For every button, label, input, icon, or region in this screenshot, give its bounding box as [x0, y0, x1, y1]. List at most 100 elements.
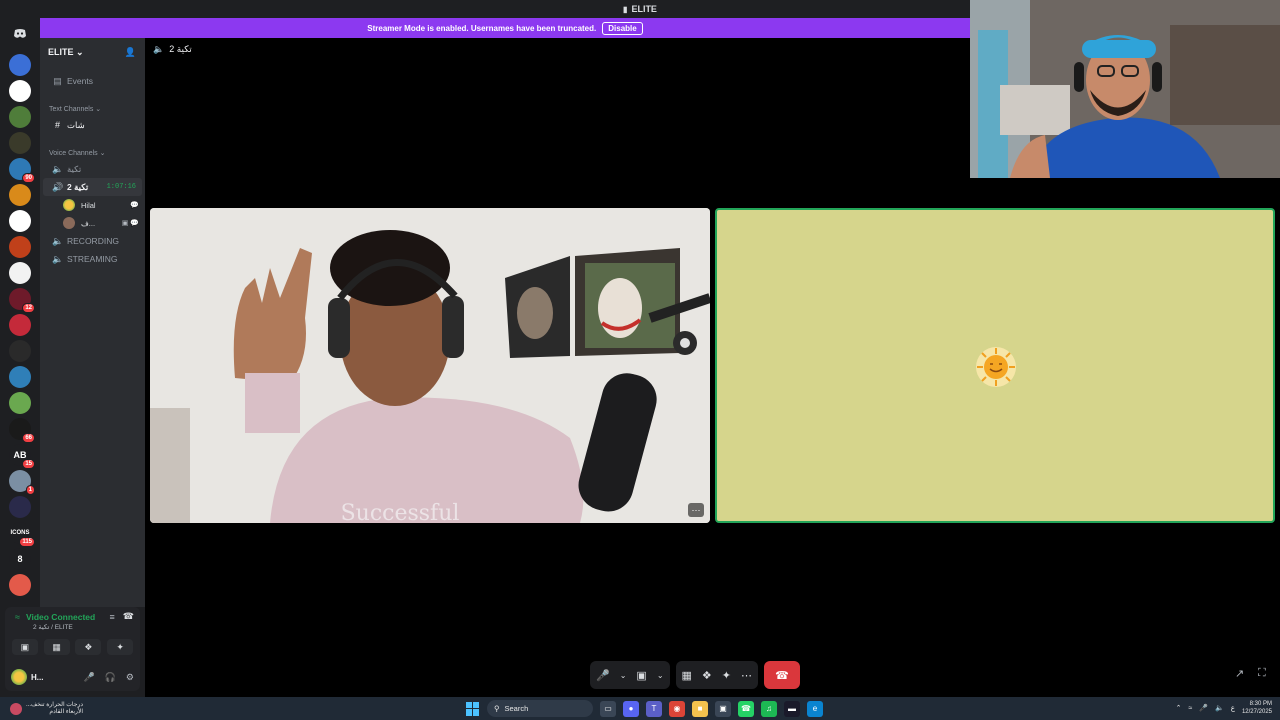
chrome-icon[interactable]: ◉ — [669, 700, 685, 717]
fullscreen-icon[interactable]: ⛶ — [1258, 667, 1266, 680]
calendar-icon: ▤ — [53, 75, 62, 86]
user-panel: H... 🎤 🎧 ⚙ — [5, 663, 140, 691]
server-icon[interactable] — [9, 132, 31, 154]
member-name: Hilal — [81, 200, 96, 210]
server-icon[interactable] — [9, 340, 31, 362]
video-tile-camera[interactable]: Successful ⋯ — [150, 208, 710, 523]
file-explorer-icon[interactable]: ■ — [692, 700, 708, 717]
search-icon: ⚲ — [494, 704, 500, 713]
server-icon[interactable]: 12 — [9, 288, 35, 313]
teams-icon[interactable]: T — [646, 700, 662, 717]
settings-gear-icon[interactable]: ⚙ — [126, 672, 134, 683]
server-icon[interactable]: AB 15 — [9, 444, 35, 469]
spotify-icon[interactable]: ♫ — [761, 700, 777, 717]
share-screen-button[interactable]: ▦ — [43, 639, 70, 655]
server-icon[interactable] — [9, 574, 31, 596]
server-icon[interactable] — [9, 106, 31, 128]
username[interactable]: H... — [31, 673, 47, 682]
noise-suppression-icon[interactable]: ≡ — [110, 612, 115, 622]
clock[interactable]: 8:30 PM 12/27/2025 — [1242, 700, 1272, 716]
server-icon[interactable]: 90 — [9, 158, 35, 183]
server-icon[interactable] — [9, 236, 31, 258]
server-icon[interactable] — [9, 184, 31, 206]
more-options-button[interactable]: ⋯ — [688, 503, 704, 517]
voice-channel-2[interactable]: 🔊 تكية 2 1:07:16 — [43, 178, 142, 196]
windows-start-icon[interactable] — [466, 701, 480, 716]
server-icon[interactable]: E — [9, 80, 31, 102]
server-icon[interactable]: 1 — [9, 470, 35, 495]
discord-app-icon[interactable]: ● — [623, 700, 639, 717]
end-call-button[interactable]: ☎ — [764, 661, 801, 689]
mention-badge: 15 — [22, 459, 35, 469]
soundboard-icon[interactable]: ✦ — [722, 669, 731, 682]
server-icon[interactable] — [9, 54, 31, 76]
server-icon[interactable] — [9, 496, 31, 518]
hash-icon: # — [54, 120, 60, 130]
events-link[interactable]: ▤ Events — [43, 72, 142, 90]
server-icon[interactable]: 66 — [9, 418, 35, 443]
microphone-icon[interactable]: 🎤 — [596, 669, 610, 682]
guild-header[interactable]: ELITE ⌄ 👤 — [40, 38, 145, 66]
text-category[interactable]: Text Channels ⌄ — [40, 102, 145, 116]
taskbar-search[interactable]: ⚲ Search — [487, 700, 593, 717]
headphones-icon[interactable]: 🎧 — [105, 672, 116, 683]
app-icon[interactable]: ▬ — [784, 700, 800, 717]
language-indicator[interactable]: ع — [1231, 704, 1235, 712]
chevron-down-icon[interactable]: ⌄ — [657, 671, 664, 680]
voice-channel-1[interactable]: 🔈 تكية — [43, 160, 142, 178]
voice-category[interactable]: Voice Channels ⌄ — [40, 146, 145, 160]
voice-member[interactable]: ف... ▣ 💬 — [40, 214, 145, 232]
disable-streamer-button[interactable]: Disable — [602, 21, 643, 35]
activities-icon[interactable]: ❖ — [702, 669, 712, 682]
add-member-icon[interactable]: 👤 — [125, 47, 136, 58]
chevron-down-icon[interactable]: ⌄ — [620, 671, 627, 680]
clock-date: 12/27/2025 — [1241, 709, 1272, 715]
voice-channel-4[interactable]: 🔈 STREAMING — [43, 250, 142, 268]
store-icon[interactable]: ▣ — [715, 700, 731, 717]
discord-home-icon[interactable] — [9, 22, 31, 44]
channel-label: تكية — [67, 163, 82, 174]
soundboard-button[interactable]: ✦ — [107, 639, 134, 655]
more-options-icon[interactable]: ⋯ — [741, 669, 752, 682]
channel-sidebar: ELITE ⌄ 👤 ▤ Events Text Channels ⌄ # شات… — [40, 38, 145, 607]
sun-avatar-icon — [976, 347, 1016, 387]
server-icon[interactable] — [9, 366, 31, 388]
voice-member[interactable]: Hilal 💬 — [40, 196, 145, 214]
video-tile-avatar[interactable] — [715, 208, 1275, 523]
share-screen-icon[interactable]: ▦ — [682, 669, 692, 682]
microphone-icon[interactable]: 🎤 — [83, 672, 94, 683]
whatsapp-icon[interactable]: ☎ — [738, 700, 754, 717]
server-label: ICONS — [10, 530, 30, 536]
speaker-active-icon: 🔊 — [52, 181, 64, 192]
server-icon[interactable]: 8 — [9, 548, 31, 570]
chevron-up-icon[interactable]: ⌃ — [1176, 704, 1182, 712]
channel-label: تكية 2 — [67, 181, 89, 192]
popout-icon[interactable]: ↗ — [1235, 667, 1244, 680]
voice-status[interactable]: Video Connected — [26, 612, 95, 622]
server-rail: E 90 12 66 AB 15 1 ICONS 115 8 — [0, 18, 40, 697]
disconnect-icon[interactable]: ☎ — [123, 611, 134, 622]
activities-button[interactable]: ❖ — [75, 639, 102, 655]
speaker-icon: 🔈 — [52, 235, 64, 246]
server-icon[interactable]: ICONS 115 — [9, 522, 35, 547]
events-label: Events — [67, 76, 93, 86]
streamer-mode-banner: Streamer Mode is enabled. Usernames have… — [40, 18, 970, 38]
volume-icon[interactable]: 🔈 — [1215, 704, 1224, 712]
voice-channel-3[interactable]: 🔈 RECORDING — [43, 232, 142, 250]
voice-location[interactable]: تكية 2 / ELITE — [33, 623, 140, 631]
camera-toggle-button[interactable]: ▣ — [11, 639, 38, 655]
avatar[interactable] — [11, 669, 27, 685]
edge-icon[interactable]: e — [807, 700, 823, 717]
screen-share-icon: 💬 — [130, 202, 139, 209]
channel-text-chat[interactable]: # شات — [43, 116, 142, 134]
mention-badge: 66 — [22, 433, 35, 443]
server-icon[interactable] — [9, 262, 31, 284]
server-icon[interactable] — [9, 210, 31, 232]
microphone-icon[interactable]: 🎤 — [1199, 704, 1208, 712]
task-view-icon[interactable]: ▭ — [600, 700, 616, 717]
server-icon[interactable] — [9, 314, 31, 336]
server-icon[interactable] — [9, 392, 31, 414]
wifi-icon[interactable]: ≈ — [1189, 705, 1193, 712]
camera-off-icon[interactable]: ▣ — [636, 669, 646, 682]
weather-widget[interactable]: درجات الحرارة تنخف... الأربعاء القادم — [10, 702, 83, 716]
